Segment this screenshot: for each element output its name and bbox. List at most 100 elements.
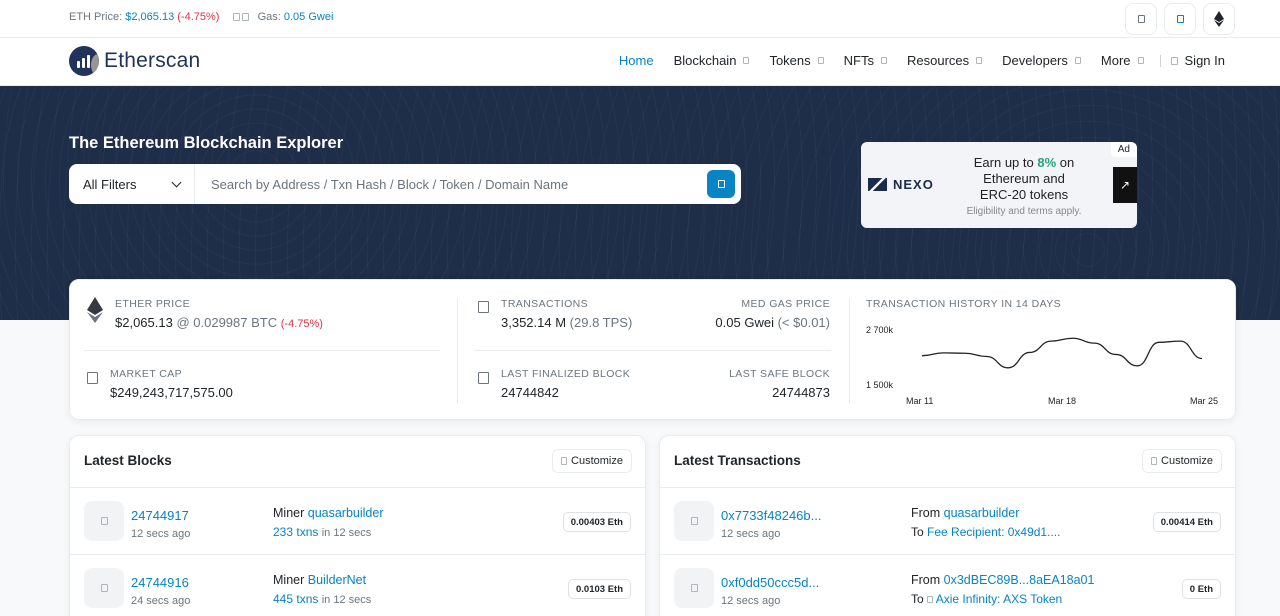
user-icon — [1170, 56, 1178, 65]
market-cap-value: $249,243,717,575.00 — [110, 385, 233, 400]
chart-point[interactable] — [962, 350, 968, 356]
ad-subtext: Eligibility and terms apply. — [966, 206, 1082, 217]
chevron-down-icon — [880, 57, 887, 64]
transaction-history-chart[interactable]: 2 700k 1 500k Mar 11 Mar 18 Mar 25 — [866, 316, 1226, 406]
sign-in-link[interactable]: Sign In — [1170, 53, 1225, 68]
sponsored-ad[interactable]: Ad NEXO Earn up to 8% on Ethereum and ER… — [861, 142, 1137, 228]
from-link[interactable]: quasarbuilder — [944, 506, 1020, 520]
search-icon — [717, 180, 725, 188]
chart-point[interactable] — [1005, 365, 1011, 371]
nav-blockchain[interactable]: Blockchain — [674, 53, 750, 68]
nav-resources-label: Resources — [906, 53, 970, 68]
ether-price-usd[interactable]: $2,065.13 — [115, 315, 173, 330]
chart-x-tick: Mar 25 — [1190, 396, 1218, 406]
search-filter-select[interactable]: All Filters — [69, 164, 195, 204]
chart-point[interactable] — [1113, 351, 1119, 357]
search-bar: All Filters — [69, 164, 741, 204]
safe-block-value[interactable]: 24744873 — [772, 385, 830, 400]
block-number-link[interactable]: 24744916 — [131, 575, 189, 590]
search-input[interactable] — [195, 164, 707, 204]
panel-title: Latest Blocks — [84, 453, 172, 468]
ether-price-btc: @ 0.029987 BTC — [176, 315, 278, 330]
nav-nfts[interactable]: NFTs — [844, 53, 887, 68]
gas-price-stat: MED GAS PRICE 0.05 Gwei (< $0.01) — [715, 298, 830, 330]
gas-price-value[interactable]: 0.05 Gwei — [715, 315, 774, 330]
gas-value-link[interactable]: 0.05 Gwei — [284, 11, 334, 23]
top-stats: ETH Price: $2,065.13 (-4.75%) Gas: 0.05 … — [69, 11, 333, 23]
chart-point[interactable] — [1027, 349, 1033, 355]
chart-y-tick: 2 700k — [866, 325, 894, 335]
network-switch-button[interactable] — [1203, 3, 1235, 35]
gas-label: Gas: — [257, 11, 281, 23]
customize-label: Customize — [571, 455, 623, 467]
miner-link[interactable]: quasarbuilder — [308, 506, 384, 520]
miner-link[interactable]: BuilderNet — [308, 573, 366, 587]
block-age: 12 secs ago — [131, 528, 191, 540]
chart-point[interactable] — [919, 353, 925, 359]
txns-link[interactable]: 445 txns — [273, 592, 318, 606]
block-reward-badge: 0.0103 Eth — [568, 579, 631, 599]
chart-point[interactable] — [1091, 340, 1097, 346]
panel-header: Latest Blocks Customize — [70, 436, 645, 488]
chart-point[interactable] — [1134, 363, 1140, 369]
nav-home[interactable]: Home — [619, 53, 654, 68]
panel-title: Latest Transactions — [674, 453, 801, 468]
ethereum-icon — [87, 297, 103, 326]
from-link[interactable]: 0x3dBEC89B...8aEA18a01 — [944, 573, 1095, 587]
nav-more[interactable]: More — [1101, 53, 1144, 68]
divider — [84, 350, 440, 351]
chart-point[interactable] — [1048, 338, 1054, 344]
gas-price-usd: (< $0.01) — [777, 315, 830, 330]
eth-price-label: ETH Price: — [69, 11, 123, 23]
block-icon — [84, 501, 124, 541]
to-link[interactable]: Fee Recipient: 0x49d1.... — [927, 525, 1060, 539]
chart-title: TRANSACTION HISTORY IN 14 DAYS — [866, 298, 1062, 310]
external-link-icon[interactable]: ↗ — [1113, 167, 1137, 203]
txn-age: 12 secs ago — [721, 595, 781, 607]
gas-price-label: MED GAS PRICE — [741, 298, 830, 310]
search-filter-label: All Filters — [83, 176, 137, 192]
customize-button[interactable]: Customize — [1142, 449, 1222, 473]
theme-toggle-button[interactable] — [1125, 3, 1157, 35]
block-time: in 12 secs — [321, 594, 372, 606]
transactions-value[interactable]: 3,352.14 M — [501, 315, 566, 330]
transaction-icon — [674, 501, 714, 541]
customize-button[interactable]: Customize — [552, 449, 632, 473]
site-settings-button[interactable] — [1164, 3, 1196, 35]
search-button[interactable] — [707, 170, 735, 198]
txn-hash-link[interactable]: 0xf0dd50ccc5d... — [721, 575, 819, 590]
nav-resources[interactable]: Resources — [906, 53, 983, 68]
ethereum-icon — [1214, 11, 1224, 27]
logo-text: Etherscan — [104, 49, 201, 72]
table-row: 24744917 12 secs ago Miner quasarbuilder … — [70, 488, 645, 555]
globe-icon — [87, 372, 98, 384]
nav-developers[interactable]: Developers — [1002, 53, 1081, 68]
transactions-stat: TRANSACTIONS 3,352.14 M (29.8 TPS) — [501, 298, 632, 330]
chart-point[interactable] — [1199, 356, 1205, 362]
main-nav: Home Blockchain Tokens NFTs Resources De… — [619, 53, 1225, 68]
server-icon — [478, 301, 489, 313]
chart-point[interactable] — [1156, 339, 1162, 345]
block-reward-badge: 0.00403 Eth — [562, 512, 631, 532]
txn-hash-link[interactable]: 0x7733f48246b... — [721, 508, 821, 523]
chart-x-tick: Mar 11 — [906, 396, 933, 406]
divider — [475, 350, 831, 351]
block-number-link[interactable]: 24744917 — [131, 508, 189, 523]
to-link[interactable]: Axie Infinity: AXS Token — [936, 592, 1063, 606]
chevron-down-icon — [1137, 57, 1144, 64]
table-row: 0xf0dd50ccc5d... 12 secs ago From 0x3dBEC… — [660, 555, 1235, 616]
to-label: To — [911, 592, 924, 606]
nav-tokens[interactable]: Tokens — [769, 53, 824, 68]
chart-point[interactable] — [1070, 335, 1076, 341]
ad-line1-post: on — [1056, 155, 1075, 170]
finalized-block-value[interactable]: 24744842 — [501, 385, 559, 400]
etherscan-logo[interactable]: Etherscan — [69, 46, 200, 76]
chart-point[interactable] — [941, 350, 947, 356]
chart-point[interactable] — [984, 353, 990, 359]
table-row: 24744916 24 secs ago Miner BuilderNet 445… — [70, 555, 645, 616]
eth-price-link[interactable]: $2,065.13 — [125, 11, 174, 23]
miner-label: Miner — [273, 573, 305, 587]
ad-brand: NEXO — [893, 177, 934, 192]
txns-link[interactable]: 233 txns — [273, 525, 318, 539]
chart-point[interactable] — [1177, 338, 1183, 344]
